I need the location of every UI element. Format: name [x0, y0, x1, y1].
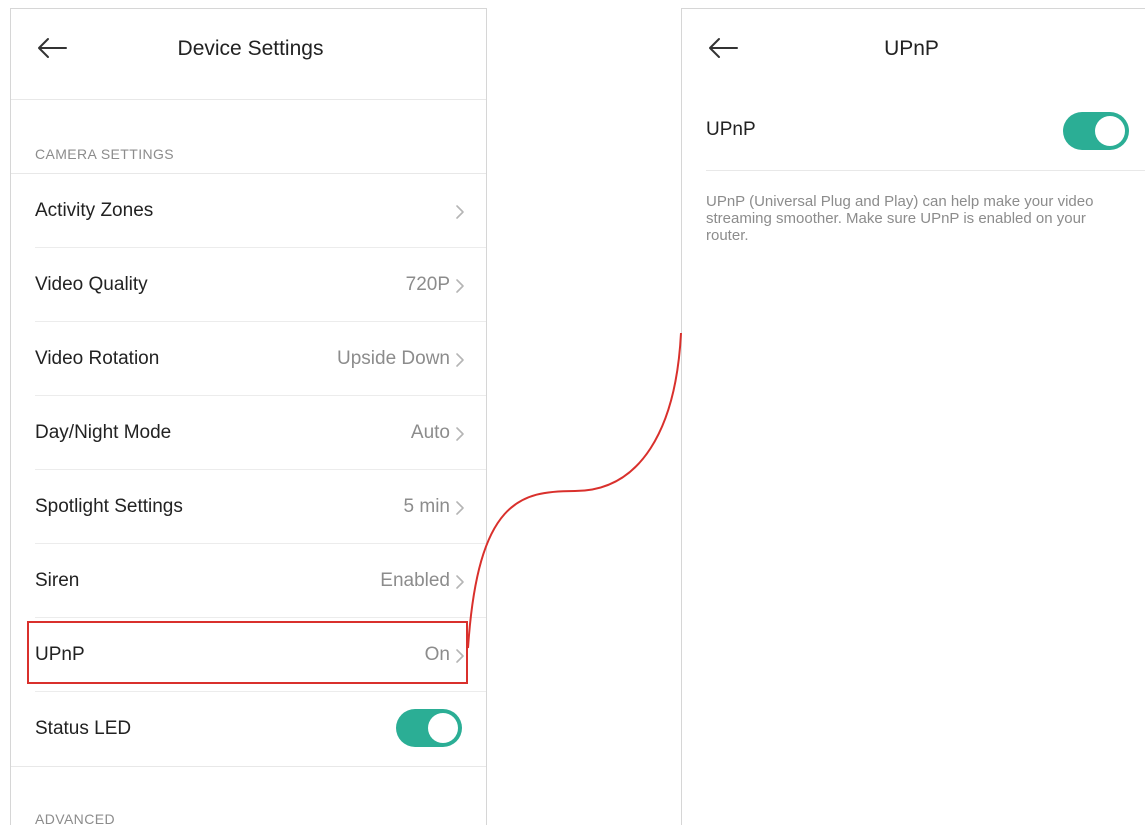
- settings-row-video-quality[interactable]: Video Quality 720P: [11, 248, 486, 322]
- chevron-right-icon: [454, 646, 466, 666]
- upnp-toggle-row: UPnP: [682, 93, 1145, 167]
- row-value: Auto: [410, 422, 450, 443]
- row-label: Status LED: [35, 718, 132, 739]
- chevron-right-icon: [454, 572, 466, 592]
- chevron-right-icon: [454, 350, 466, 370]
- section-divider: [11, 766, 486, 767]
- row-label: Video Quality: [35, 274, 148, 295]
- row-label: Spotlight Settings: [35, 496, 183, 517]
- upnp-screen: UPnP UPnP UPnP (Universal Plug and Play)…: [681, 8, 1145, 825]
- upnp-description: UPnP (Universal Plug and Play) can help …: [706, 193, 1094, 244]
- section-label-camera-settings: CAMERA SETTINGS: [35, 146, 175, 162]
- status-led-toggle[interactable]: [396, 709, 462, 747]
- toggle-knob: [1095, 116, 1125, 146]
- toggle-knob: [428, 713, 458, 743]
- settings-row-status-led: Status LED: [11, 692, 486, 766]
- row-value: On: [424, 644, 450, 665]
- settings-row-video-rotation[interactable]: Video Rotation Upside Down: [11, 322, 486, 396]
- row-value: Enabled: [380, 570, 450, 591]
- page-title: UPnP: [884, 37, 939, 60]
- settings-row-activity-zones[interactable]: Activity Zones: [11, 174, 486, 248]
- section-label-advanced: ADVANCED: [35, 811, 115, 825]
- device-settings-header: Device Settings: [11, 9, 486, 99]
- chevron-right-icon: [454, 424, 466, 444]
- chevron-right-icon: [454, 202, 466, 222]
- settings-row-spotlight-settings[interactable]: Spotlight Settings 5 min: [11, 470, 486, 544]
- settings-row-siren[interactable]: Siren Enabled: [11, 544, 486, 618]
- header-divider: [11, 99, 486, 100]
- row-label: UPnP: [706, 119, 756, 140]
- page-title: Device Settings: [177, 37, 324, 60]
- device-settings-screen: Device Settings CAMERA SETTINGS Activity…: [10, 8, 487, 825]
- upnp-toggle[interactable]: [1063, 112, 1129, 150]
- settings-row-day-night-mode[interactable]: Day/Night Mode Auto: [11, 396, 486, 470]
- chevron-right-icon: [454, 498, 466, 518]
- row-value: Upside Down: [337, 348, 450, 369]
- row-label: Day/Night Mode: [35, 422, 172, 443]
- row-label: UPnP: [35, 644, 85, 665]
- row-label: Activity Zones: [35, 200, 154, 221]
- row-label: Video Rotation: [35, 348, 160, 369]
- settings-row-upnp[interactable]: UPnP On: [11, 618, 486, 692]
- row-value: 5 min: [403, 496, 450, 517]
- chevron-right-icon: [454, 276, 466, 296]
- upnp-header: UPnP: [682, 9, 1145, 99]
- row-divider: [706, 170, 1145, 171]
- row-value: 720P: [405, 274, 450, 295]
- row-label: Siren: [35, 570, 80, 591]
